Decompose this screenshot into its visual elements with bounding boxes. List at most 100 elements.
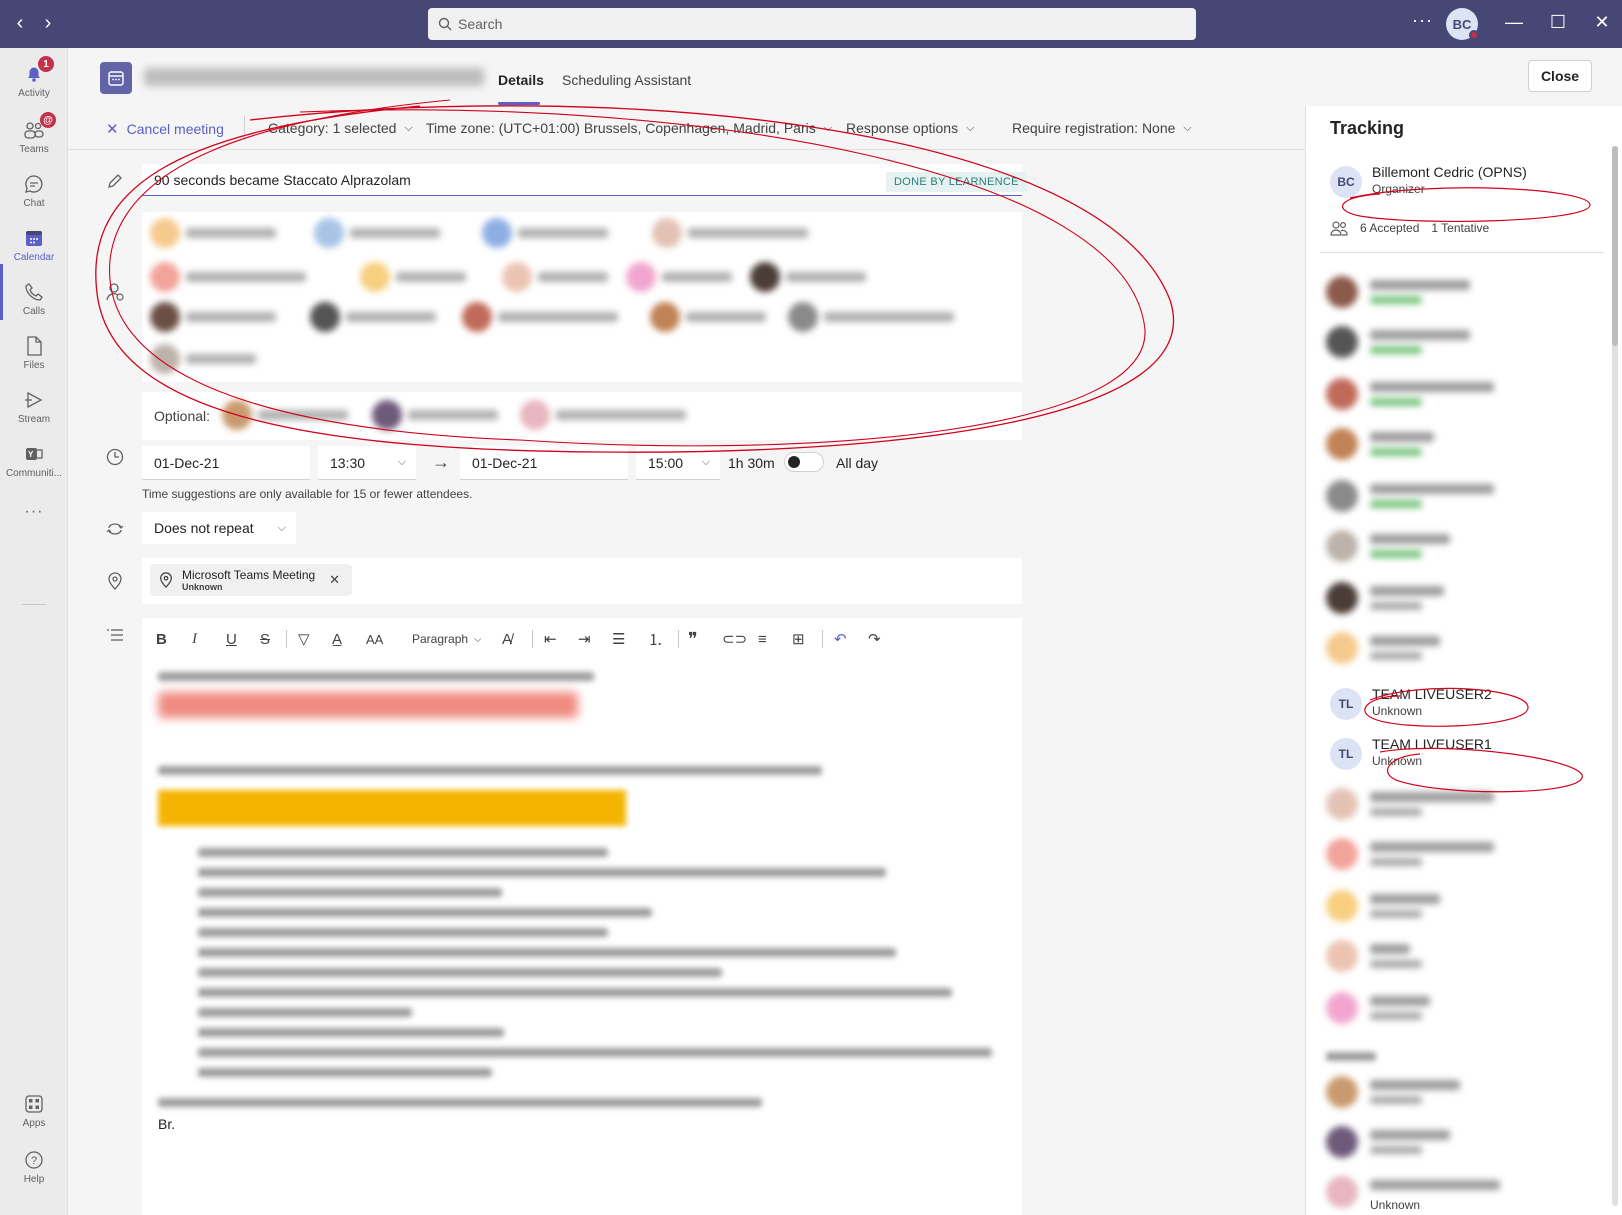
maximize-icon[interactable]: ☐ <box>1546 12 1570 33</box>
strikethrough-icon[interactable]: S <box>260 628 270 650</box>
end-date-picker[interactable]: 01-Dec-21 <box>460 446 628 480</box>
repeat-dropdown[interactable]: Does not repeat ⌵ <box>142 512 296 544</box>
calendar-icon <box>24 226 44 250</box>
more-options-icon[interactable]: ··· <box>1412 10 1433 31</box>
all-day-toggle[interactable] <box>784 452 824 472</box>
attendee-chip[interactable] <box>150 218 276 248</box>
attendee-chip[interactable] <box>310 302 436 332</box>
redo-icon[interactable]: ↷ <box>868 628 881 650</box>
quote-icon[interactable]: ❞ <box>688 628 698 650</box>
tab-details[interactable]: Details <box>498 72 544 88</box>
required-attendees-field[interactable] <box>142 212 1022 382</box>
close-button[interactable]: Close <box>1528 60 1592 92</box>
increase-indent-icon[interactable]: ⇥ <box>578 628 591 650</box>
forward-arrow-icon[interactable]: › <box>36 12 60 35</box>
rail-item-apps[interactable]: Apps <box>0 1082 68 1138</box>
horizontal-rule-icon[interactable]: ≡ <box>758 628 767 650</box>
editor-divider <box>286 630 287 648</box>
registration-dropdown[interactable]: Require registration: None ⌵ <box>1012 120 1192 136</box>
redacted-text <box>198 908 652 917</box>
meeting-title-redacted <box>144 68 484 86</box>
meeting-body-editor[interactable]: B I U S ▽ A̲ AA Paragraph ⌵ A̸ ⇤ ⇥ ☰ ⒈ ❞ … <box>142 618 1022 1215</box>
registration-label: Require registration: None <box>1012 120 1176 136</box>
start-date-picker[interactable]: 01-Dec-21 <box>142 446 310 480</box>
redacted-text <box>198 888 502 897</box>
attendee-chip[interactable] <box>372 400 498 430</box>
category-dropdown[interactable]: Category: 1 selected ⌵ <box>268 120 413 136</box>
attendee-chip[interactable] <box>360 262 466 292</box>
location-name: Microsoft Teams Meeting <box>182 568 316 582</box>
bullet-list-icon[interactable]: ☰ <box>612 628 625 650</box>
italic-icon[interactable]: I <box>192 628 197 650</box>
organizer-name[interactable]: Billemont Cedric (OPNS) <box>1372 164 1527 180</box>
attendee-chip[interactable] <box>314 218 440 248</box>
rail-item-chat[interactable]: Chat <box>0 162 68 218</box>
start-time-dropdown[interactable]: 13:30 ⌵ <box>318 446 416 480</box>
attendee-name[interactable]: TEAM LIVEUSER2 <box>1372 686 1492 702</box>
location-field[interactable]: Microsoft Teams Meeting Unknown ✕ <box>142 558 1022 604</box>
redacted-text <box>198 1008 412 1017</box>
search-input[interactable]: Search <box>428 8 1196 40</box>
scrollbar-thumb[interactable] <box>1612 146 1618 346</box>
attendee-chip[interactable] <box>482 218 608 248</box>
people-icon <box>1330 221 1348 236</box>
attendee-chip[interactable] <box>520 400 686 430</box>
attendee-chip[interactable] <box>652 218 808 248</box>
rail-more-apps[interactable]: ··· <box>0 484 68 540</box>
rail-item-calendar[interactable]: Calendar <box>0 216 68 272</box>
rail-item-help[interactable]: ? Help <box>0 1138 68 1194</box>
cancel-meeting-label: Cancel meeting <box>126 121 224 137</box>
decrease-indent-icon[interactable]: ⇤ <box>544 628 557 650</box>
attendee-chip[interactable] <box>502 262 608 292</box>
attendee-chip[interactable] <box>150 302 276 332</box>
attendee-name[interactable]: TEAM LIVEUSER1 <box>1372 736 1492 752</box>
stream-icon <box>24 388 44 412</box>
cancel-meeting-button[interactable]: ✕ Cancel meeting <box>106 120 224 138</box>
rail-item-files[interactable]: Files <box>0 324 68 380</box>
end-time-dropdown[interactable]: 15:00 ⌵ <box>636 446 720 480</box>
rail-item-communities[interactable]: Y Communiti... <box>0 432 68 488</box>
attendee-chip[interactable] <box>650 302 766 332</box>
table-icon[interactable]: ⊞ <box>792 628 805 650</box>
attendee-chip[interactable] <box>150 344 256 374</box>
rail-item-stream[interactable]: Stream <box>0 378 68 434</box>
attendee-chip[interactable] <box>222 400 348 430</box>
signoff-text: Br. <box>158 1116 176 1132</box>
underline-icon[interactable]: U <box>226 628 237 650</box>
timezone-dropdown[interactable]: Time zone: (UTC+01:00) Brussels, Copenha… <box>426 120 832 136</box>
back-arrow-icon[interactable]: ‹ <box>8 12 32 35</box>
rail-label: Calendar <box>13 251 55 263</box>
response-options-dropdown[interactable]: Response options ⌵ <box>846 120 974 136</box>
link-icon[interactable]: ⊂⊃ <box>722 628 747 650</box>
redacted-text <box>198 868 886 877</box>
tracking-scrollbar[interactable] <box>1612 146 1618 1206</box>
rail-label: Help <box>23 1173 45 1185</box>
close-window-icon[interactable]: ✕ <box>1590 12 1614 33</box>
tab-scheduling-assistant[interactable]: Scheduling Assistant <box>562 72 691 88</box>
paragraph-dropdown[interactable]: Paragraph ⌵ <box>412 628 482 650</box>
optional-attendees-field[interactable]: Optional: <box>142 392 1022 440</box>
meeting-title-value: 90 seconds became Staccato Alprazolam <box>154 171 411 188</box>
minimize-icon[interactable]: — <box>1502 12 1526 33</box>
remove-location-icon[interactable]: ✕ <box>329 572 340 588</box>
bold-icon[interactable]: B <box>156 628 167 650</box>
clear-format-icon[interactable]: A̸ <box>502 628 512 650</box>
attendee-chip[interactable] <box>626 262 732 292</box>
font-size-icon[interactable]: AA <box>366 628 383 650</box>
attendee-chip[interactable] <box>750 262 866 292</box>
attendee-chip[interactable] <box>150 262 306 292</box>
attendee-chip[interactable] <box>788 302 954 332</box>
end-date-value: 01-Dec-21 <box>472 454 538 471</box>
undo-icon[interactable]: ↶ <box>834 628 847 650</box>
rail-item-activity[interactable]: Activity 1 <box>0 52 68 108</box>
numbered-list-icon[interactable]: ⒈ <box>648 628 663 650</box>
chevron-down-icon: ⌵ <box>277 521 286 534</box>
help-icon: ? <box>24 1148 44 1172</box>
active-tab-indicator <box>498 102 540 105</box>
highlight-icon[interactable]: ▽ <box>298 628 310 650</box>
attendee-chip[interactable] <box>462 302 618 332</box>
rail-item-calls[interactable]: Calls <box>0 270 68 326</box>
font-color-icon[interactable]: A̲ <box>332 628 342 650</box>
toolbar-divider <box>244 116 245 140</box>
rail-item-teams[interactable]: Teams @ <box>0 108 68 164</box>
